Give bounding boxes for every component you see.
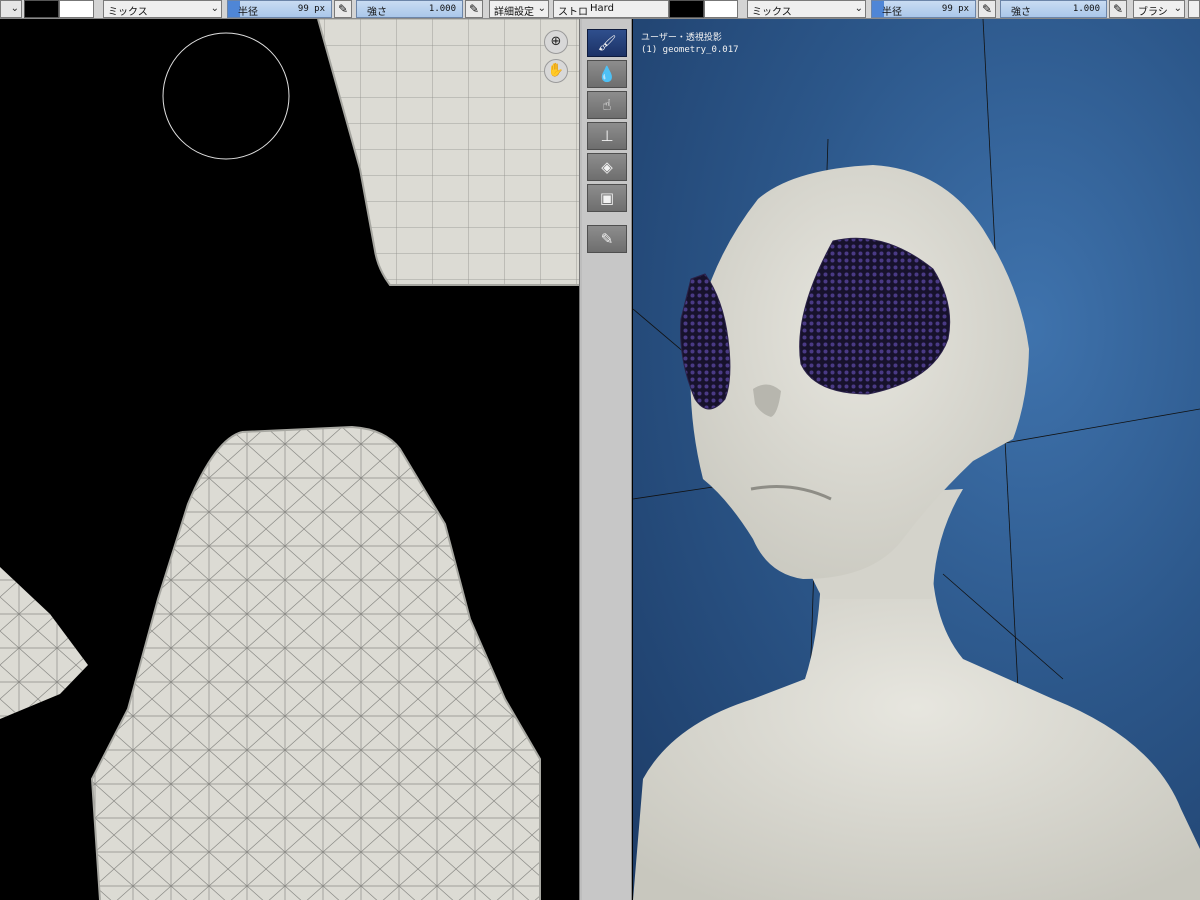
chevron-down-icon: ⌄ xyxy=(537,3,546,14)
radius-label: 半径 xyxy=(882,7,902,18)
brush-icon: 🖌 xyxy=(597,34,617,52)
viewport-scene xyxy=(633,19,1200,900)
mask-tool-button[interactable]: ▣ xyxy=(587,184,627,212)
pen-pressure-icon: ✎ xyxy=(982,2,993,16)
header-toolbar: ⌄ ミックス ⌄ 半径 99 px ✎ 強さ 1.000 ✎ 詳細設定 ⌄ スト… xyxy=(0,0,1200,19)
left-radius-field[interactable]: 半径 99 px xyxy=(227,0,332,18)
strength-label: 強さ xyxy=(367,7,387,18)
stroke-value: Hard xyxy=(590,3,614,14)
soften-tool-button[interactable]: 💧 xyxy=(587,60,627,88)
left-strength-field[interactable]: 強さ 1.000 xyxy=(356,0,463,18)
brush-dropdown[interactable]: ブラシ ⌄ xyxy=(1133,0,1185,18)
pen-pressure-icon: ✎ xyxy=(338,2,349,16)
zoom-icon[interactable]: ⊕ xyxy=(544,30,568,54)
right-radius-field[interactable]: 半径 99 px xyxy=(871,0,976,18)
right-blend-mode-dropdown[interactable]: ミックス ⌄ xyxy=(747,0,866,18)
strength-value: 1.000 xyxy=(428,4,456,14)
smear-tool-button[interactable]: ☝ xyxy=(587,91,627,119)
left-primary-color-swatch[interactable] xyxy=(24,0,59,18)
right-primary-color-swatch[interactable] xyxy=(669,0,704,18)
chevron-down-icon: ⌄ xyxy=(1173,3,1182,14)
chevron-down-icon: ⌄ xyxy=(210,3,219,14)
stroke-label: ストローク xyxy=(558,7,588,18)
radius-value: 99 px xyxy=(297,4,325,14)
strength-label: 強さ xyxy=(1011,7,1031,18)
3d-viewport[interactable]: ユーザー・透視投影 (1) geometry_0.017 xyxy=(633,19,1200,900)
blend-mode-value: ミックス xyxy=(752,7,792,18)
bucket-icon: ◈ xyxy=(601,158,613,176)
radius-label: 半径 xyxy=(238,7,258,18)
stamp-icon: ⊥ xyxy=(600,127,614,145)
chevron-down-icon: ⌄ xyxy=(10,3,19,14)
strength-value: 1.000 xyxy=(1072,4,1100,14)
radius-value: 99 px xyxy=(941,4,969,14)
brush-label: ブラシ xyxy=(1138,7,1168,18)
uv-islands xyxy=(0,19,579,900)
tool-shelf: 🖌 💧 ☝ ⊥ ◈ ▣ ✎ xyxy=(582,19,632,900)
right-radius-pressure-toggle[interactable]: ✎ xyxy=(978,0,996,18)
model-body xyxy=(633,579,1200,900)
uv-editor-canvas[interactable]: ⊕ ✋ xyxy=(0,19,579,900)
toolbar-overflow[interactable] xyxy=(1188,0,1200,18)
finger-icon: ☝ xyxy=(602,96,612,114)
mask-icon: ▣ xyxy=(599,189,615,207)
annotate-tool-button[interactable]: ✎ xyxy=(587,225,627,253)
pencil-icon: ✎ xyxy=(600,230,614,248)
pen-pressure-icon: ✎ xyxy=(1113,2,1124,16)
stroke-dropdown[interactable]: ストローク Hard xyxy=(553,0,669,18)
uv-island-top xyxy=(317,19,579,286)
right-secondary-color-swatch[interactable] xyxy=(704,0,738,18)
left-secondary-color-swatch[interactable] xyxy=(59,0,94,18)
pan-hand-icon[interactable]: ✋ xyxy=(544,59,568,83)
advanced-settings-dropdown[interactable]: 詳細設定 ⌄ xyxy=(489,0,549,18)
draw-tool-button[interactable]: 🖌 xyxy=(587,29,627,57)
uv-island-main xyxy=(90,425,541,900)
drop-icon: 💧 xyxy=(597,65,617,83)
left-editor-menu[interactable]: ⌄ xyxy=(0,0,22,18)
right-strength-field[interactable]: 強さ 1.000 xyxy=(1000,0,1107,18)
left-strength-pressure-toggle[interactable]: ✎ xyxy=(465,0,483,18)
advanced-settings-label: 詳細設定 xyxy=(494,7,534,18)
fill-tool-button[interactable]: ◈ xyxy=(587,153,627,181)
brush-cursor-circle xyxy=(162,32,290,160)
viewport-object-label: (1) geometry_0.017 xyxy=(641,45,739,55)
left-blend-mode-dropdown[interactable]: ミックス ⌄ xyxy=(103,0,222,18)
blend-mode-value: ミックス xyxy=(108,7,148,18)
viewport-view-label: ユーザー・透視投影 xyxy=(641,33,722,43)
right-strength-pressure-toggle[interactable]: ✎ xyxy=(1109,0,1127,18)
left-radius-pressure-toggle[interactable]: ✎ xyxy=(334,0,352,18)
clone-tool-button[interactable]: ⊥ xyxy=(587,122,627,150)
pen-pressure-icon: ✎ xyxy=(469,2,480,16)
uv-island-left xyxy=(0,567,88,719)
chevron-down-icon: ⌄ xyxy=(854,3,863,14)
